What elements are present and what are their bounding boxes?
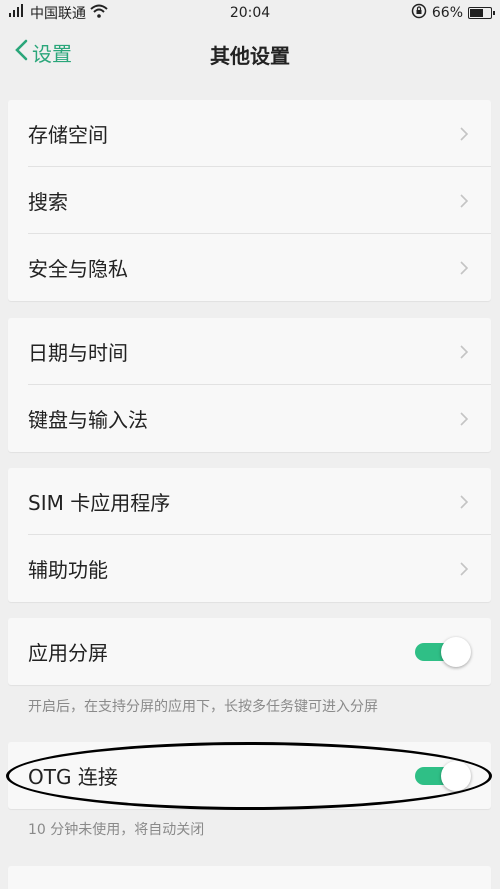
battery-percent: 66% bbox=[431, 5, 463, 21]
list-item-label: 键盘与输入法 bbox=[28, 408, 148, 432]
chevron-right-icon bbox=[460, 260, 469, 275]
otg-hint: 10 分钟未使用，将自动关闭 bbox=[28, 822, 205, 838]
otg-group: OTG 连接 bbox=[8, 742, 491, 809]
back-button[interactable]: 设置 bbox=[14, 38, 72, 67]
chevron-left-icon bbox=[14, 39, 28, 66]
list-item-label: 辅助功能 bbox=[28, 558, 108, 582]
split-screen-hint: 开启后，在支持分屏的应用下，长按多任务键可进入分屏 bbox=[28, 699, 378, 715]
list-item-otg[interactable]: OTG 连接 bbox=[8, 742, 491, 809]
nav-bar: 设置 其他设置 bbox=[0, 26, 500, 82]
battery-icon bbox=[468, 7, 495, 19]
settings-group-2: 日期与时间 键盘与输入法 bbox=[8, 318, 491, 452]
back-label: 设置 bbox=[32, 42, 72, 66]
chevron-right-icon bbox=[460, 494, 469, 509]
status-bar: 中国联通 20:04 66% bbox=[0, 0, 500, 26]
toggle-knob bbox=[441, 760, 471, 791]
chevron-right-icon bbox=[460, 344, 469, 359]
page-title: 其他设置 bbox=[210, 43, 290, 68]
settings-group-1: 存储空间 搜索 安全与隐私 bbox=[8, 100, 491, 301]
list-item-split-screen[interactable]: 应用分屏 bbox=[8, 618, 491, 685]
wifi-icon bbox=[90, 4, 108, 22]
list-item-label: SIM 卡应用程序 bbox=[28, 491, 171, 515]
chevron-right-icon bbox=[460, 126, 469, 141]
rotation-lock-icon bbox=[411, 3, 427, 23]
list-item-label: 安全与隐私 bbox=[28, 257, 128, 281]
status-left: 中国联通 bbox=[8, 3, 108, 23]
settings-group-3: SIM 卡应用程序 辅助功能 bbox=[8, 468, 491, 602]
list-item-accessibility[interactable]: 辅助功能 bbox=[8, 535, 491, 602]
list-item-storage[interactable]: 存储空间 bbox=[8, 100, 491, 167]
list-item-label: 存储空间 bbox=[28, 123, 108, 147]
list-item-date-time[interactable]: 日期与时间 bbox=[8, 318, 491, 385]
signal-icon bbox=[8, 4, 26, 22]
split-screen-toggle[interactable] bbox=[415, 636, 471, 667]
split-screen-group: 应用分屏 bbox=[8, 618, 491, 685]
toggle-knob bbox=[441, 636, 471, 667]
list-item-sim-apps[interactable]: SIM 卡应用程序 bbox=[8, 468, 491, 535]
list-item-label: 搜索 bbox=[28, 190, 68, 214]
list-item-keyboard-input[interactable]: 键盘与输入法 bbox=[8, 385, 491, 452]
carrier-name: 中国联通 bbox=[30, 6, 86, 22]
list-item-label: 日期与时间 bbox=[28, 341, 128, 365]
list-item-search[interactable]: 搜索 bbox=[8, 167, 491, 234]
chevron-right-icon bbox=[460, 411, 469, 426]
list-item-label: 应用分屏 bbox=[28, 641, 108, 665]
list-item-security-privacy[interactable]: 安全与隐私 bbox=[8, 234, 491, 301]
otg-toggle[interactable] bbox=[415, 760, 471, 791]
list-item-label: OTG 连接 bbox=[28, 765, 118, 789]
chevron-right-icon bbox=[460, 193, 469, 208]
chevron-right-icon bbox=[460, 561, 469, 576]
status-right: 66% bbox=[411, 3, 495, 23]
settings-group-partial bbox=[8, 866, 491, 889]
